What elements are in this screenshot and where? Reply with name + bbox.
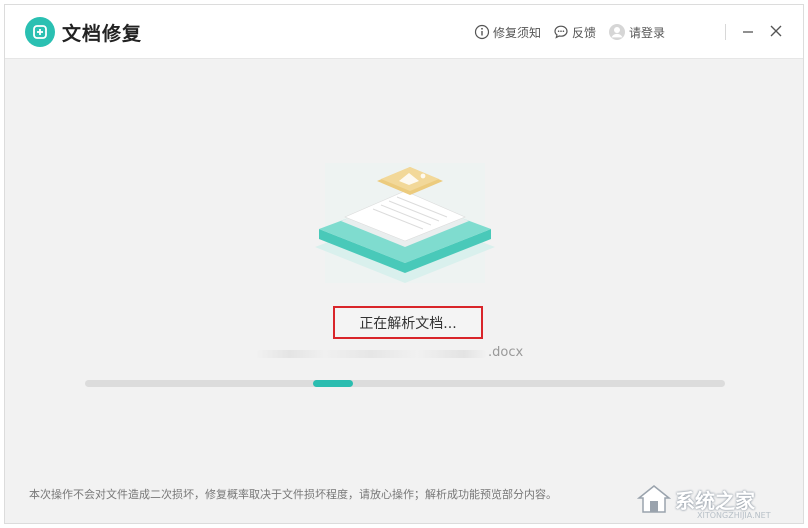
footer-note: 本次操作不会对文件造成二次损坏，修复概率取决于文件损坏程度，请放心操作；解析成功… <box>29 488 557 501</box>
feedback-label: 反馈 <box>572 25 597 40</box>
progress-indicator <box>313 380 353 387</box>
app-logo-icon <box>25 17 55 47</box>
document-parsing-illustration <box>315 163 495 283</box>
user-avatar-icon <box>609 24 625 40</box>
blurred-file-name <box>255 350 487 358</box>
minimize-icon <box>743 31 753 33</box>
watermark-url: XITONGZHIJIA.NET <box>697 511 771 520</box>
repair-notice-label: 修复须知 <box>493 25 542 40</box>
progress-bar <box>85 380 725 387</box>
close-icon <box>770 25 782 37</box>
app-window: 文档修复 修复须知 反馈 请登录 正在解析文档... .docx 本次操作不会对… <box>4 4 804 524</box>
login-button[interactable]: 请登录 <box>608 22 665 42</box>
chat-bubble-icon <box>554 25 568 39</box>
file-name: .docx <box>255 345 535 363</box>
toolbar-divider <box>725 24 726 40</box>
feedback-button[interactable]: 反馈 <box>553 22 596 42</box>
house-logo-icon <box>637 485 671 513</box>
repair-notice-button[interactable]: 修复须知 <box>474 22 541 42</box>
close-button[interactable] <box>765 20 787 42</box>
info-icon <box>474 24 490 40</box>
app-title: 文档修复 <box>62 23 143 45</box>
minimize-button[interactable] <box>737 20 759 42</box>
watermark-text: 系统之家 <box>675 488 755 513</box>
login-label: 请登录 <box>629 25 666 40</box>
title-bar: 文档修复 修复须知 反馈 请登录 <box>5 5 803 59</box>
watermark: 系统之家 XITONGZHIJIA.NET <box>637 477 803 521</box>
file-extension: .docx <box>488 345 524 360</box>
parsing-status-box: 正在解析文档... <box>333 306 483 339</box>
parsing-status-text: 正在解析文档... <box>359 315 457 332</box>
